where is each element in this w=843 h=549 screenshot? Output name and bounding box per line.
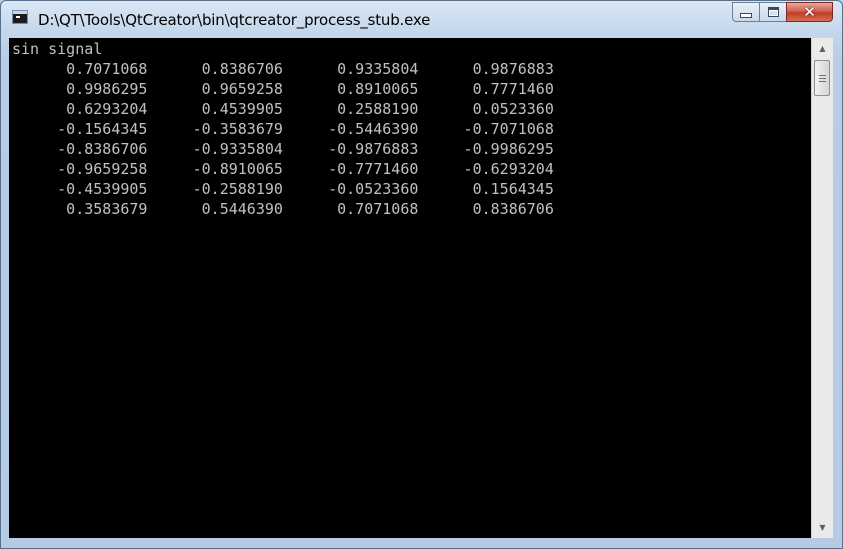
- maximize-button[interactable]: [759, 2, 786, 22]
- console-line: 0.9986295 0.9659258 0.8910065 0.7771460: [12, 80, 554, 98]
- window-title: D:\QT\Tools\QtCreator\bin\qtcreator_proc…: [38, 11, 431, 29]
- console-output-area[interactable]: sin signal 0.7071068 0.8386706 0.9335804…: [9, 38, 811, 538]
- console-line: 0.3583679 0.5446390 0.7071068 0.8386706: [12, 200, 554, 218]
- close-button[interactable]: ✕: [786, 2, 833, 22]
- title-bar[interactable]: D:\QT\Tools\QtCreator\bin\qtcreator_proc…: [1, 1, 842, 37]
- scroll-thumb[interactable]: [814, 60, 830, 96]
- console-line: -0.9659258 -0.8910065 -0.7771460 -0.6293…: [12, 160, 554, 178]
- vertical-scrollbar[interactable]: ▲ ▼: [811, 38, 833, 538]
- grip-line: [819, 78, 826, 79]
- window-bottom-border[interactable]: [1, 538, 842, 548]
- close-icon: ✕: [803, 2, 816, 21]
- console-line: -0.8386706 -0.9335804 -0.9876883 -0.9986…: [12, 140, 554, 158]
- maximize-icon: [767, 7, 779, 17]
- console-line: 0.6293204 0.4539905 0.2588190 0.0523360: [12, 100, 554, 118]
- minimize-icon: [740, 13, 752, 18]
- scroll-up-button[interactable]: ▲: [812, 40, 833, 57]
- chevron-up-icon: ▲: [819, 44, 826, 53]
- caption-buttons: ✕: [732, 2, 833, 22]
- console-window: D:\QT\Tools\QtCreator\bin\qtcreator_proc…: [0, 0, 843, 549]
- console-line: -0.1564345 -0.3583679 -0.5446390 -0.7071…: [12, 120, 554, 138]
- console-app-icon[interactable]: [12, 10, 28, 24]
- console-text: sin signal 0.7071068 0.8386706 0.9335804…: [12, 39, 554, 219]
- chevron-down-icon: ▼: [819, 523, 826, 532]
- scroll-down-button[interactable]: ▼: [812, 519, 833, 536]
- console-line: -0.4539905 -0.2588190 -0.0523360 0.15643…: [12, 180, 554, 198]
- minimize-button[interactable]: [732, 2, 759, 22]
- grip-line: [819, 81, 826, 82]
- grip-line: [819, 75, 826, 76]
- console-line: sin signal: [12, 40, 103, 58]
- console-line: 0.7071068 0.8386706 0.9335804 0.9876883: [12, 60, 554, 78]
